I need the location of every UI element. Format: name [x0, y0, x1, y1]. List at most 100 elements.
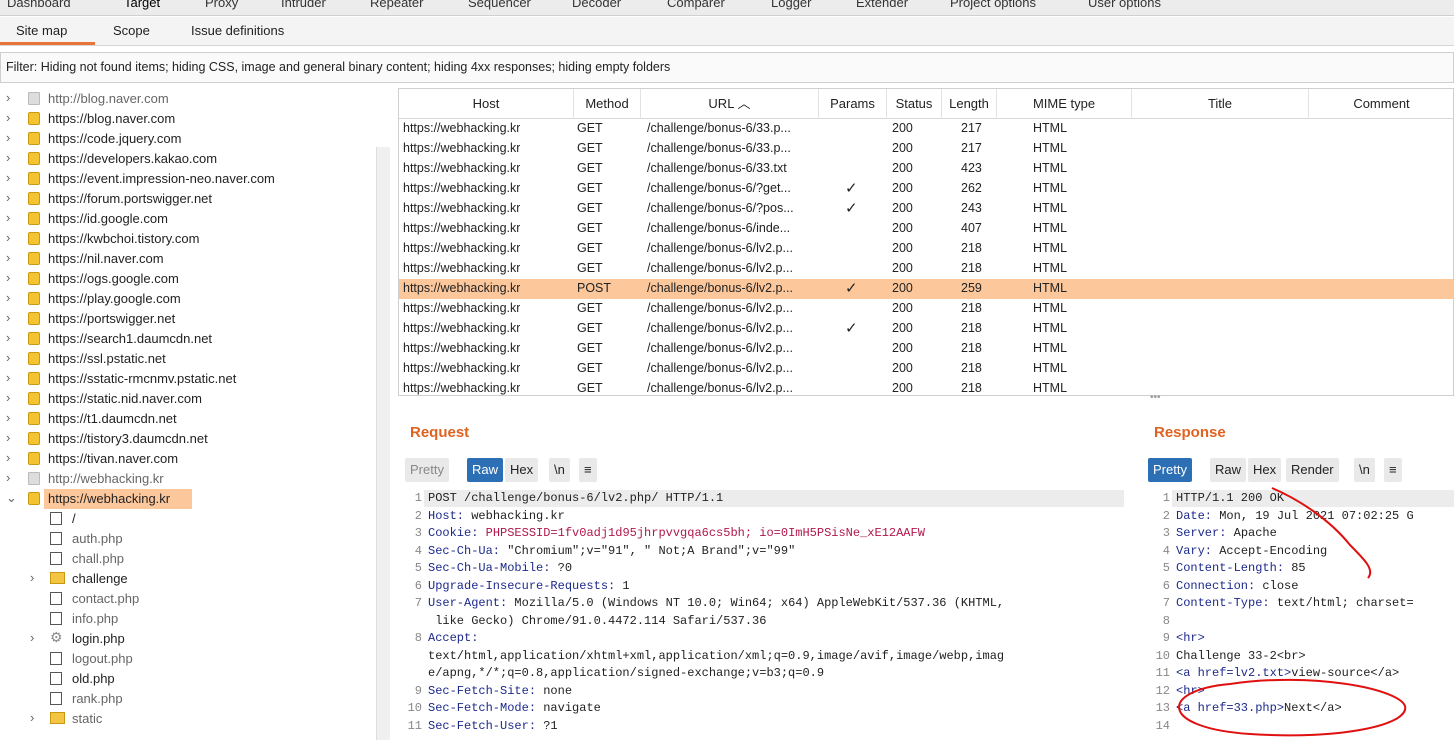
top-tab-user-options[interactable]: User options: [1088, 0, 1161, 10]
response-btn-3[interactable]: Render: [1286, 458, 1339, 482]
tree-host-item[interactable]: › https://developers.kakao.com: [0, 149, 390, 169]
request-btn-2[interactable]: Hex: [505, 458, 539, 482]
response-btn-5[interactable]: ≡: [1384, 458, 1402, 482]
table-row[interactable]: https://webhacking.kr GET/challenge/bonus…: [399, 219, 1453, 239]
chevron-right-icon[interactable]: ›: [6, 350, 16, 365]
response-editor[interactable]: 1 HTTP/1.1 200 OK 2 Date: Mon, 19 Jul 2021 …: [1148, 490, 1454, 740]
splitter-handle[interactable]: •••: [1150, 392, 1161, 403]
tree-child-item[interactable]: /: [0, 509, 390, 529]
chevron-right-icon[interactable]: ›: [6, 390, 16, 405]
top-tab-comparer[interactable]: Comparer: [667, 0, 725, 10]
tree-host-item[interactable]: › https://blog.naver.com: [0, 109, 390, 129]
tree-host-item[interactable]: › https://play.google.com: [0, 289, 390, 309]
chevron-right-icon[interactable]: ›: [6, 290, 16, 305]
request-editor[interactable]: 1 POST /challenge/bonus-6/lv2.php/ HTTP/1…: [400, 490, 1130, 740]
col-header-8[interactable]: Comment: [1309, 89, 1453, 119]
col-header-3[interactable]: Params: [819, 89, 887, 119]
tree-host-item[interactable]: › https://code.jquery.com: [0, 129, 390, 149]
tree-host-item[interactable]: › https://tivan.naver.com: [0, 449, 390, 469]
col-header-1[interactable]: Method: [574, 89, 641, 119]
chevron-right-icon[interactable]: ›: [6, 150, 16, 165]
col-header-7[interactable]: Title: [1132, 89, 1309, 119]
filter-bar[interactable]: Filter: Hiding not found items; hiding C…: [0, 52, 1454, 83]
table-row[interactable]: https://webhacking.kr GET/challenge/bonus…: [399, 199, 1453, 219]
response-btn-0[interactable]: Pretty: [1148, 458, 1192, 482]
top-tab-dashboard[interactable]: Dashboard: [7, 0, 71, 10]
top-tab-proxy[interactable]: Proxy: [205, 0, 238, 10]
tree-child-item[interactable]: auth.php: [0, 529, 390, 549]
chevron-right-icon[interactable]: ›: [30, 570, 40, 585]
chevron-right-icon[interactable]: ›: [6, 250, 16, 265]
top-tab-extender[interactable]: Extender: [856, 0, 908, 10]
tree-host-item[interactable]: › http://blog.naver.com: [0, 89, 390, 109]
col-header-5[interactable]: Length: [942, 89, 997, 119]
tree-host-item[interactable]: › https://nil.naver.com: [0, 249, 390, 269]
tree-child-item[interactable]: old.php: [0, 669, 390, 689]
chevron-right-icon[interactable]: ›: [6, 230, 16, 245]
table-row[interactable]: https://webhacking.kr GET/challenge/bonus…: [399, 259, 1453, 279]
table-row[interactable]: https://webhacking.kr POST/challenge/bonu…: [399, 279, 1453, 299]
chevron-right-icon[interactable]: ›: [6, 310, 16, 325]
tree-host-item[interactable]: › https://ssl.pstatic.net: [0, 349, 390, 369]
chevron-right-icon[interactable]: ›: [6, 430, 16, 445]
table-row[interactable]: https://webhacking.kr GET/challenge/bonus…: [399, 319, 1453, 339]
top-tab-decoder[interactable]: Decoder: [572, 0, 621, 10]
tree-host-item[interactable]: › https://sstatic-rmcnmv.pstatic.net: [0, 369, 390, 389]
tree-scrollbar[interactable]: [376, 147, 390, 740]
sub-tab-issue-definitions[interactable]: Issue definitions: [191, 23, 284, 38]
col-header-2[interactable]: URL ︿: [641, 89, 819, 119]
tree-host-item[interactable]: › https://t1.daumcdn.net: [0, 409, 390, 429]
tree-host-item[interactable]: › https://portswigger.net: [0, 309, 390, 329]
tree-host-item[interactable]: › https://static.nid.naver.com: [0, 389, 390, 409]
request-btn-0[interactable]: Pretty: [405, 458, 449, 482]
top-tab-logger[interactable]: Logger: [771, 0, 811, 10]
table-row[interactable]: https://webhacking.kr GET/challenge/bonus…: [399, 239, 1453, 259]
request-btn-4[interactable]: ≡: [579, 458, 597, 482]
chevron-right-icon[interactable]: ›: [6, 450, 16, 465]
table-row[interactable]: https://webhacking.kr GET/challenge/bonus…: [399, 159, 1453, 179]
chevron-right-icon[interactable]: ›: [6, 90, 16, 105]
top-tab-project-options[interactable]: Project options: [950, 0, 1036, 10]
top-tab-target[interactable]: Target: [124, 0, 160, 10]
tree-child-item[interactable]: logout.php: [0, 649, 390, 669]
tree-host-item[interactable]: ⌄ https://webhacking.kr: [6, 489, 192, 509]
request-btn-3[interactable]: \n: [549, 458, 570, 482]
tree-host-item[interactable]: › https://tistory3.daumcdn.net: [0, 429, 390, 449]
chevron-right-icon[interactable]: ›: [6, 170, 16, 185]
tree-host-item[interactable]: › https://ogs.google.com: [0, 269, 390, 289]
chevron-right-icon[interactable]: ›: [6, 330, 16, 345]
response-btn-4[interactable]: \n: [1354, 458, 1375, 482]
chevron-right-icon[interactable]: ›: [6, 130, 16, 145]
table-row[interactable]: https://webhacking.kr GET/challenge/bonus…: [399, 119, 1453, 139]
chevron-right-icon[interactable]: ›: [6, 210, 16, 225]
tree-host-item[interactable]: › https://kwbchoi.tistory.com: [0, 229, 390, 249]
sub-tab-scope[interactable]: Scope: [113, 23, 150, 38]
table-row[interactable]: https://webhacking.kr GET/challenge/bonus…: [399, 339, 1453, 359]
tree-child-item[interactable]: contact.php: [0, 589, 390, 609]
tree-child-item[interactable]: › static: [0, 709, 390, 729]
tree-child-item[interactable]: chall.php: [0, 549, 390, 569]
chevron-right-icon[interactable]: ›: [30, 630, 40, 645]
request-btn-1[interactable]: Raw: [467, 458, 504, 482]
tree-child-item[interactable]: rank.php: [0, 689, 390, 709]
table-row[interactable]: https://webhacking.kr GET/challenge/bonus…: [399, 299, 1453, 319]
col-header-4[interactable]: Status: [887, 89, 942, 119]
chevron-down-icon[interactable]: ⌄: [6, 490, 17, 506]
table-row[interactable]: https://webhacking.kr GET/challenge/bonus…: [399, 379, 1453, 395]
tree-host-item[interactable]: › http://webhacking.kr: [0, 469, 390, 489]
chevron-right-icon[interactable]: ›: [6, 470, 16, 485]
response-btn-2[interactable]: Hex: [1248, 458, 1282, 482]
tree-host-item[interactable]: › https://forum.portswigger.net: [0, 189, 390, 209]
tree-host-item[interactable]: › https://id.google.com: [0, 209, 390, 229]
response-btn-1[interactable]: Raw: [1210, 458, 1247, 482]
chevron-right-icon[interactable]: ›: [6, 370, 16, 385]
sub-tab-site-map[interactable]: Site map: [16, 23, 67, 38]
table-row[interactable]: https://webhacking.kr GET/challenge/bonus…: [399, 139, 1453, 159]
tree-child-item[interactable]: › challenge: [0, 569, 390, 589]
col-header-6[interactable]: MIME type: [997, 89, 1132, 119]
top-tab-sequencer[interactable]: Sequencer: [468, 0, 531, 10]
chevron-right-icon[interactable]: ›: [6, 270, 16, 285]
chevron-right-icon[interactable]: ›: [6, 190, 16, 205]
chevron-right-icon[interactable]: ›: [6, 410, 16, 425]
top-tab-intruder[interactable]: Intruder: [281, 0, 326, 10]
